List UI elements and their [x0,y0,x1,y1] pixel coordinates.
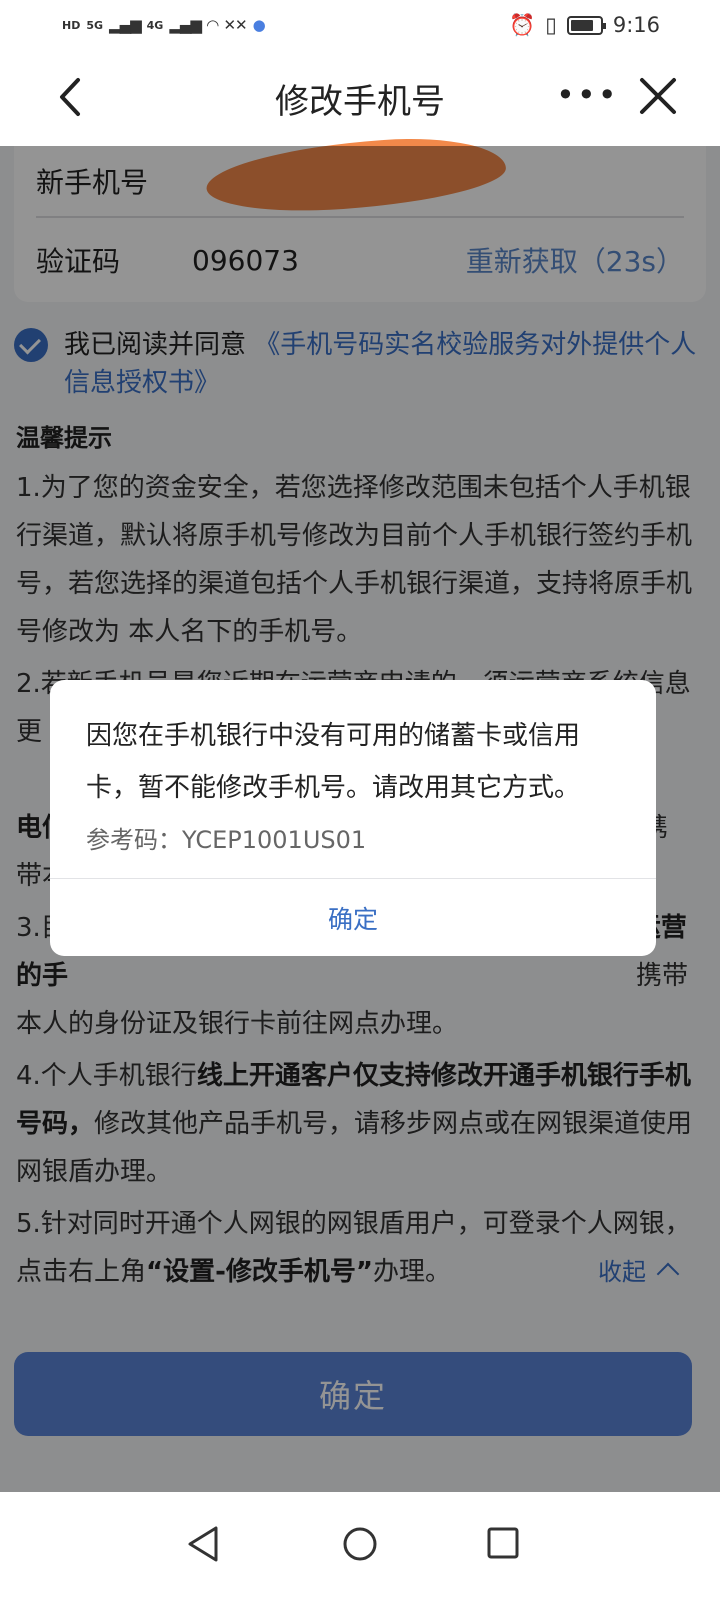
dialog-reference-code: 参考码：YCEP1001US01 [86,826,367,854]
vibrate-icon: ▯ [545,13,557,37]
close-button[interactable] [636,74,680,118]
dialog-message: 因您在手机银行中没有可用的储蓄卡或信用卡，暂不能修改手机号。请改用其它方式。 [86,721,581,803]
circle-home-icon [343,1527,377,1561]
system-back-button[interactable] [176,1514,236,1574]
signal-icon: ▂▄▆ [109,16,142,34]
app-badge-icon: ● [252,16,266,34]
alarm-icon: ⏰ [509,12,536,37]
5g-indicator: 5G [86,18,104,32]
dialog-ok-button[interactable]: 确定 [50,879,656,956]
more-icon: ••• [556,76,619,114]
hd-indicator: HD [62,18,81,32]
battery-icon [566,15,606,35]
square-recent-icon [487,1527,519,1559]
alert-dialog: 因您在手机银行中没有可用的储蓄卡或信用卡，暂不能修改手机号。请改用其它方式。 参… [50,680,656,956]
notification-icon: ✕✕ [223,16,247,34]
signal-icon-2: ▂▄▆ [169,16,202,34]
wifi-icon: ◠ [206,16,219,34]
status-right: ⏰ ▯ 9:16 [509,13,660,38]
system-recent-button[interactable] [474,1514,534,1574]
system-nav-bar [0,1492,720,1600]
more-button[interactable]: ••• [556,72,617,122]
system-home-button[interactable] [330,1514,390,1574]
close-icon [640,78,676,114]
clock: 9:16 [612,13,660,37]
4g-indicator: 4G [146,18,164,32]
nav-bar: 修改手机号 ••• [0,50,720,146]
triangle-back-icon [188,1526,218,1562]
status-indicators: HD 5G ▂▄▆ 4G ▂▄▆ ◠ ✕✕ ● [62,16,266,34]
status-bar: HD 5G ▂▄▆ 4G ▂▄▆ ◠ ✕✕ ● ⏰ ▯ 9:16 [0,0,720,50]
